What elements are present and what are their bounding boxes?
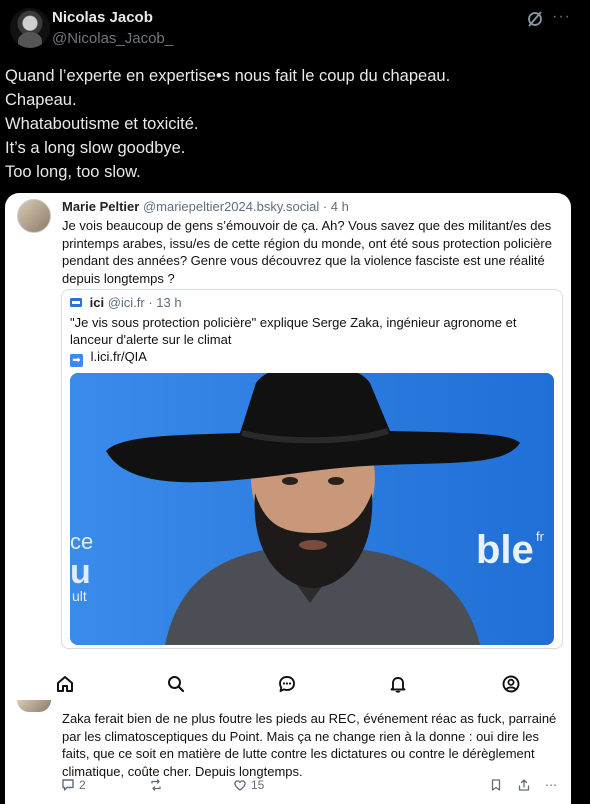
backdrop-text: ble xyxy=(476,528,534,572)
man-in-cowboy-hat-image: ce u ult ble fr xyxy=(70,373,554,645)
reply-count: 2 xyxy=(79,778,86,792)
post-header: Nicolas Jacob @Nicolas_Jacob_ ··· xyxy=(0,0,590,60)
like-count: 15 xyxy=(251,778,265,792)
ici-logo-icon xyxy=(70,298,82,308)
inner-link-text: l.ici.fr/QIA xyxy=(90,349,147,364)
grok-icon[interactable] xyxy=(526,10,544,28)
chat-icon[interactable] xyxy=(277,674,297,694)
reply-text: Zaka ferait bien de ne plus foutre les p… xyxy=(62,711,557,779)
backdrop-text: ce xyxy=(70,529,93,554)
comment-icon xyxy=(62,779,74,791)
post-text-line: Whataboutisme et toxicité. xyxy=(5,115,199,133)
quoted-author-line: Marie Peltier @mariepeltier2024.bsky.soc… xyxy=(62,199,349,214)
profile-icon[interactable] xyxy=(501,674,521,694)
inner-quote-text: "Je vis sous protection policière" expli… xyxy=(70,315,517,347)
inner-author-handle: @ici.fr · 13 h xyxy=(107,295,182,310)
backdrop-text: ult xyxy=(72,588,87,604)
heart-icon xyxy=(234,780,246,791)
inner-link: ➡ l.ici.fr/QIA xyxy=(70,349,147,367)
reply-post[interactable]: Zaka ferait bien de ne plus foutre les p… xyxy=(5,700,571,804)
post-text: Quand l’experte en expertise•s nous fait… xyxy=(5,64,580,184)
author-name[interactable]: Nicolas Jacob xyxy=(52,9,153,26)
home-icon[interactable] xyxy=(55,674,75,694)
repost-icon xyxy=(151,779,161,791)
backdrop-text: u xyxy=(70,553,91,591)
backdrop-text: fr xyxy=(536,529,545,544)
arrow-right-icon: ➡ xyxy=(70,354,83,367)
more-icon[interactable]: ⋯ xyxy=(545,778,557,792)
post-text-line: Chapeau. xyxy=(5,91,77,109)
bell-icon[interactable] xyxy=(388,674,408,694)
post-text-line: Quand l’experte en expertise•s nous fait… xyxy=(5,67,451,85)
inner-quote-card: ici @ici.fr · 13 h "Je vis sous protecti… xyxy=(61,289,563,649)
share-icon xyxy=(518,779,530,791)
author-avatar[interactable] xyxy=(10,8,50,48)
post-text-line: It’s a long slow goodbye. xyxy=(5,139,186,157)
quoted-author-name: Marie Peltier xyxy=(62,199,140,214)
share-button[interactable] xyxy=(517,778,531,792)
quoted-author-handle: @mariepeltier2024.bsky.social · 4 h xyxy=(142,199,349,214)
quoted-text: Je vois beaucoup de gens s’émouvoir de ç… xyxy=(62,218,552,286)
reply-author-avatar xyxy=(17,700,51,712)
more-options-icon[interactable]: ··· xyxy=(552,8,571,26)
bottom-navigation xyxy=(5,664,571,704)
quoted-author-avatar xyxy=(17,199,51,233)
bookmark-button[interactable] xyxy=(489,778,503,792)
article-photo: ce u ult ble fr xyxy=(70,373,554,645)
repost-button[interactable] xyxy=(149,778,163,792)
reply-button[interactable]: 2 xyxy=(61,778,86,792)
post-text-line: Too long, too slow. xyxy=(5,163,141,181)
search-icon[interactable] xyxy=(166,674,186,694)
inner-author-line: ici @ici.fr · 13 h xyxy=(70,295,182,310)
inner-author-name: ici xyxy=(89,295,105,310)
author-handle[interactable]: @Nicolas_Jacob_ xyxy=(52,30,173,47)
like-button[interactable]: 15 xyxy=(233,778,264,792)
bookmark-icon xyxy=(491,779,501,791)
reply-actions: 2 15 ⋯ xyxy=(57,778,557,796)
